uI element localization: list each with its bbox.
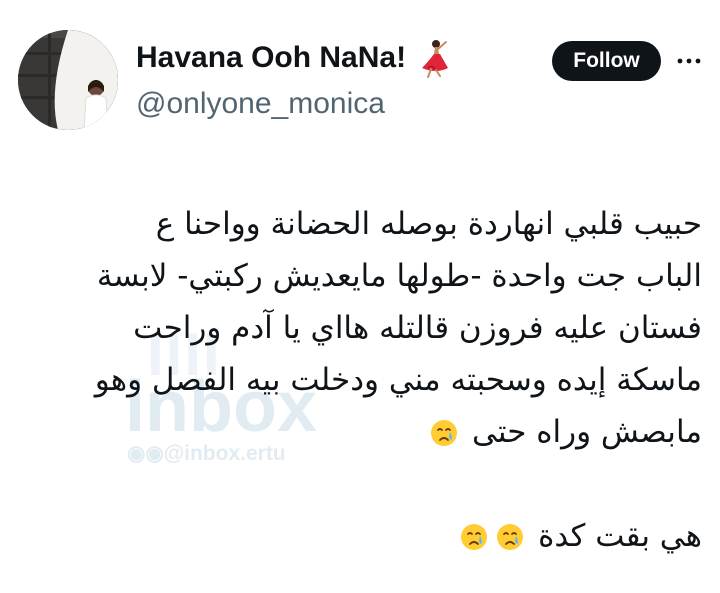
author-name-row[interactable]: Havana Ooh NaNa!	[136, 38, 450, 78]
crying-face-emoji-icon	[431, 420, 458, 446]
display-name[interactable]: Havana Ooh NaNa!	[136, 38, 406, 78]
tweet-line-3: فستان عليه فروزن قالتله هااي يا آدم وراح…	[133, 310, 702, 346]
avatar-image	[18, 30, 118, 130]
tweet-text: حبيب قلبي انهاردة بوصله الحضانة وواحنا ع…	[22, 198, 702, 562]
more-options-button[interactable]	[674, 46, 704, 76]
follow-button[interactable]: Follow	[552, 41, 661, 81]
tweet-final-line: هي بقت كدة	[22, 510, 702, 562]
more-horizontal-icon	[677, 58, 701, 64]
tweet-line-4: ماسكة إيده وسحبته مني ودخلت بيه الفصل وه…	[94, 362, 702, 398]
crying-face-emoji-icon	[497, 524, 524, 550]
tweet-line-5: مابصش وراه حتى	[22, 406, 702, 458]
tweet-line-1: حبيب قلبي انهاردة بوصله الحضانة وواحنا ع	[155, 206, 702, 242]
tweet-final-line-text: هي بقت كدة	[538, 518, 702, 554]
tweet-line-2: الباب جت واحدة -طولها مايعديش ركبتي- لاب…	[96, 258, 702, 294]
author-handle[interactable]: @onlyone_monica	[136, 84, 385, 124]
avatar[interactable]	[18, 30, 118, 130]
crying-face-emoji-icon	[461, 524, 488, 550]
dancer-emoji-icon	[414, 38, 450, 78]
tweet-line-5-text: مابصش وراه حتى	[472, 414, 702, 450]
